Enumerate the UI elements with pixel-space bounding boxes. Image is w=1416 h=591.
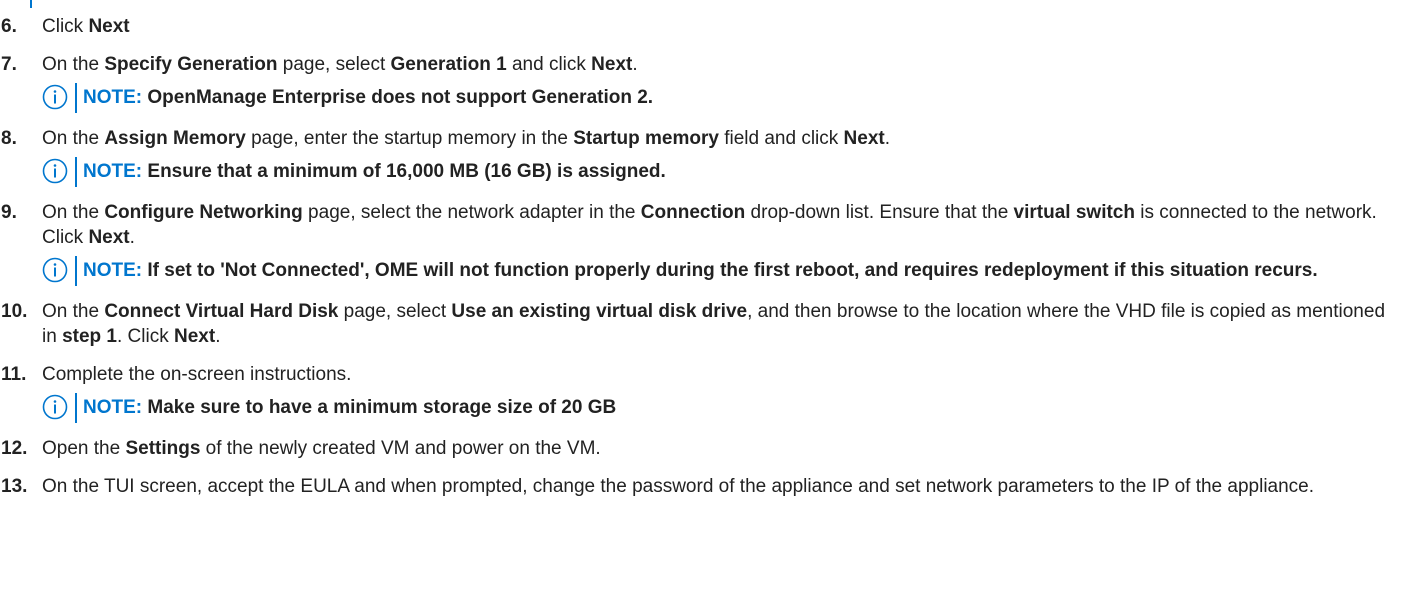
ui-term: step 1 <box>62 326 117 347</box>
step-text-run: . <box>884 128 891 149</box>
note-callout: NOTE: OpenManage Enterprise does not sup… <box>42 83 1416 113</box>
note-body: NOTE: Ensure that a minimum of 16,000 MB… <box>75 157 686 187</box>
step-text-run: page, enter the startup memory in the <box>245 128 574 149</box>
step-item: 13. On the TUI screen, accept the EULA an… <box>0 474 1416 499</box>
step-text-run: On the <box>42 54 105 75</box>
step-text-run: and click <box>506 54 592 75</box>
step-text: Complete the on-screen instructions. <box>42 362 1416 387</box>
ui-term: Specify Generation <box>104 54 278 75</box>
step-text: On the Specify Generation page, select G… <box>42 52 1416 77</box>
step-text: On the Connect Virtual Hard Disk page, s… <box>42 299 1416 349</box>
ui-term: Settings <box>125 438 201 459</box>
info-icon <box>42 257 68 283</box>
step-item: 12. Open the Settings of the newly create… <box>0 436 1416 461</box>
note-text: Ensure that a minimum of 16,000 MB (16 G… <box>147 161 666 182</box>
step-text: On the Configure Networking page, select… <box>42 200 1416 250</box>
step-text-run: . Click <box>117 326 174 347</box>
note-label: NOTE: <box>83 397 143 418</box>
note-body: NOTE: OpenManage Enterprise does not sup… <box>75 83 673 113</box>
step-item: 9. On the Configure Networking page, sele… <box>0 200 1416 250</box>
step-item: 10. On the Connect Virtual Hard Disk page… <box>0 299 1416 349</box>
ui-term: virtual switch <box>1013 202 1135 223</box>
note-text: OpenManage Enterprise does not support G… <box>147 87 654 108</box>
note-callout: NOTE: Ensure that a minimum of 16,000 MB… <box>42 157 1416 187</box>
step-text: Open the Settings of the newly created V… <box>42 436 1416 461</box>
step-text-run: On the <box>42 202 105 223</box>
step-number: 8. <box>1 128 17 149</box>
step-text-run: . <box>129 227 135 248</box>
ui-term: Startup memory <box>573 128 719 149</box>
note-text: Make sure to have a minimum storage size… <box>147 397 617 418</box>
step-number: 11. <box>1 364 27 385</box>
step-item: 6. Click Next <box>0 14 1416 39</box>
step-number: 6. <box>1 16 17 37</box>
note-callout: NOTE: If set to 'Not Connected', OME wil… <box>42 256 1416 286</box>
step-text-run: On the <box>42 128 105 149</box>
step-text-run: drop-down list. Ensure that the <box>745 202 1014 223</box>
note-body: NOTE: Make sure to have a minimum storag… <box>75 393 636 423</box>
step-item: 7. On the Specify Generation page, select… <box>0 52 1416 77</box>
step-number: 9. <box>1 202 17 223</box>
ui-term: Configure Networking <box>104 202 303 223</box>
step-text: On the Assign Memory page, enter the sta… <box>42 126 1416 151</box>
info-icon <box>42 84 68 110</box>
step-text-run: page, select <box>338 301 452 322</box>
info-icon <box>42 158 68 184</box>
note-body: NOTE: If set to 'Not Connected', OME wil… <box>75 256 1338 286</box>
note-continuation-bar <box>30 0 32 8</box>
ui-term: Generation 1 <box>390 54 507 75</box>
ui-term: Next <box>88 227 130 248</box>
step-text-run: page, select the network adapter in the <box>302 202 641 223</box>
ui-term: Next <box>174 326 216 347</box>
step-text-run: On the <box>42 301 105 322</box>
note-label: NOTE: <box>83 87 143 108</box>
step-text-run: of the newly created VM and power on the… <box>200 438 601 459</box>
note-text: If set to 'Not Connected', OME will not … <box>147 260 1318 281</box>
ui-term: Assign Memory <box>104 128 246 149</box>
step-item: 11. Complete the on-screen instructions. <box>0 362 1416 387</box>
step-number: 13. <box>1 476 28 497</box>
procedure-steps: 6. Click Next 7. On the Specify Generation … <box>0 14 1416 499</box>
step-number: 12. <box>1 438 28 459</box>
note-label: NOTE: <box>83 260 143 281</box>
step-text: Click Next <box>42 14 1416 39</box>
ui-term: Next <box>88 16 130 37</box>
ui-term: Next <box>591 54 633 75</box>
step-text-run: Open the <box>42 438 126 459</box>
step-text-run: On the TUI screen, accept the EULA and w… <box>42 476 1315 497</box>
step-text-run: field and click <box>718 128 844 149</box>
step-text-run: . <box>215 326 221 347</box>
step-text-run: Click <box>42 16 89 37</box>
step-item: 8. On the Assign Memory page, enter the s… <box>0 126 1416 151</box>
step-number: 10. <box>1 301 28 322</box>
step-number: 7. <box>1 54 17 75</box>
step-text-run: Complete the on-screen instructions. <box>42 364 352 385</box>
note-label: NOTE: <box>83 161 143 182</box>
step-text-run: . <box>632 54 638 75</box>
step-text-run: page, select <box>277 54 391 75</box>
info-icon <box>42 394 68 420</box>
ui-term: Use an existing virtual disk drive <box>451 301 748 322</box>
ui-term: Connection <box>640 202 746 223</box>
note-callout: NOTE: Make sure to have a minimum storag… <box>42 393 1416 423</box>
ui-term: Connect Virtual Hard Disk <box>104 301 339 322</box>
step-text: On the TUI screen, accept the EULA and w… <box>42 474 1416 499</box>
ui-term: Next <box>843 128 885 149</box>
